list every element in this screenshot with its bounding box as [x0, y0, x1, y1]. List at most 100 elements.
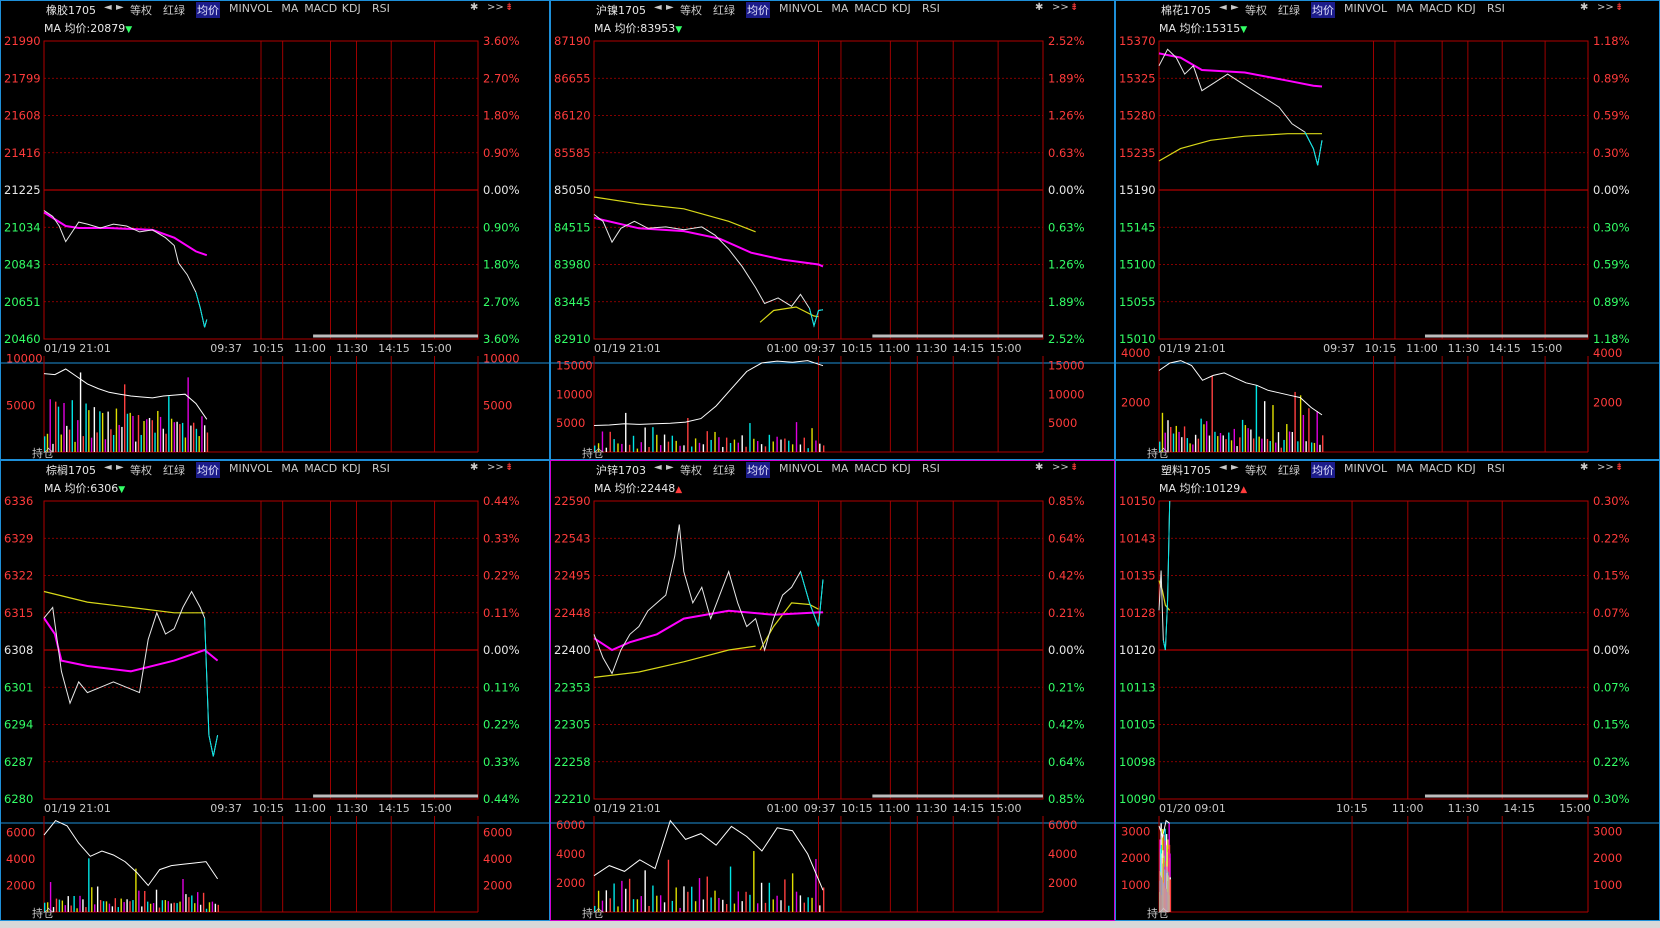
- chart-panel[interactable]: 21990 3.60% 21799 2.70% 21608 1.80% 21416 0.90%…: [0, 0, 550, 460]
- tab-1[interactable]: 红绿: [163, 2, 185, 18]
- tab-0[interactable]: 等权: [1245, 2, 1267, 18]
- gear-icon[interactable]: ✱: [1580, 2, 1588, 13]
- tab-4[interactable]: MA: [831, 2, 848, 15]
- tab-6[interactable]: KDJ: [892, 2, 911, 15]
- tab-2[interactable]: 均价: [746, 462, 770, 478]
- tab-5[interactable]: MACD: [1419, 2, 1452, 15]
- tab-7[interactable]: RSI: [1487, 462, 1505, 475]
- tab-7[interactable]: RSI: [372, 2, 390, 15]
- chart-panel[interactable]: 22590 0.85% 22543 0.64% 22495 0.42% 22448 0.21%…: [550, 460, 1115, 921]
- gear-icon[interactable]: ✱: [1035, 462, 1043, 473]
- chart-panel[interactable]: 87190 2.52% 86655 1.89% 86120 1.26% 85585 0.63%…: [550, 0, 1115, 460]
- prev-symbol-button[interactable]: ◄: [654, 462, 662, 473]
- chart-canvas[interactable]: 15370 1.18% 15325 0.89% 15280 0.59% 15235 0.30%…: [1115, 0, 1660, 460]
- chart-panel[interactable]: 15370 1.18% 15325 0.89% 15280 0.59% 15235 0.30%…: [1115, 0, 1660, 460]
- volume-bar: [807, 897, 809, 912]
- gear-icon[interactable]: ✱: [1035, 2, 1043, 13]
- chart-panel[interactable]: 10150 0.30% 10143 0.22% 10135 0.15% 10128 0.07%…: [1115, 460, 1660, 921]
- tab-1[interactable]: 红绿: [713, 2, 735, 18]
- tab-5[interactable]: MACD: [304, 462, 337, 475]
- pin-icon[interactable]: ⇟: [1615, 462, 1623, 473]
- tab-7[interactable]: RSI: [372, 462, 390, 475]
- tab-2[interactable]: 均价: [746, 2, 770, 18]
- pin-icon[interactable]: ⇟: [1070, 2, 1078, 13]
- tab-4[interactable]: MA: [1396, 2, 1413, 15]
- tab-2[interactable]: 均价: [196, 2, 220, 18]
- more-button[interactable]: >>: [487, 2, 504, 13]
- tab-0[interactable]: 等权: [680, 462, 702, 478]
- tab-3[interactable]: MINVOL: [779, 2, 822, 15]
- chart-panel[interactable]: 6336 0.44% 6329 0.33% 6322 0.22% 6315 0.11% 6308…: [0, 460, 550, 921]
- pin-icon[interactable]: ⇟: [505, 462, 513, 473]
- next-symbol-button[interactable]: ►: [116, 2, 124, 13]
- chart-canvas[interactable]: 22590 0.85% 22543 0.64% 22495 0.42% 22448 0.21%…: [550, 460, 1115, 921]
- symbol-name[interactable]: 塑料1705: [1161, 462, 1211, 478]
- tab-5[interactable]: MACD: [854, 2, 887, 15]
- tab-6[interactable]: KDJ: [342, 462, 361, 475]
- tab-3[interactable]: MINVOL: [1344, 462, 1387, 475]
- prev-symbol-button[interactable]: ◄: [104, 2, 112, 13]
- tab-5[interactable]: MACD: [304, 2, 337, 15]
- tab-7[interactable]: RSI: [922, 2, 940, 15]
- next-symbol-button[interactable]: ►: [116, 462, 124, 473]
- more-button[interactable]: >>: [1597, 462, 1614, 473]
- tab-1[interactable]: 红绿: [163, 462, 185, 478]
- tab-7[interactable]: RSI: [922, 462, 940, 475]
- pin-icon[interactable]: ⇟: [505, 2, 513, 13]
- prev-symbol-button[interactable]: ◄: [1219, 2, 1227, 13]
- tab-0[interactable]: 等权: [130, 462, 152, 478]
- tab-2[interactable]: 均价: [1311, 462, 1335, 478]
- panel-border: [0, 460, 550, 921]
- next-symbol-button[interactable]: ►: [666, 462, 674, 473]
- tab-4[interactable]: MA: [831, 462, 848, 475]
- gear-icon[interactable]: ✱: [1580, 462, 1588, 473]
- tab-4[interactable]: MA: [281, 462, 298, 475]
- tab-2[interactable]: 均价: [1311, 2, 1335, 18]
- tab-6[interactable]: KDJ: [892, 462, 911, 475]
- prev-symbol-button[interactable]: ◄: [104, 462, 112, 473]
- more-button[interactable]: >>: [1597, 2, 1614, 13]
- symbol-name[interactable]: 棉花1705: [1161, 2, 1211, 18]
- more-button[interactable]: >>: [1052, 2, 1069, 13]
- tab-5[interactable]: MACD: [854, 462, 887, 475]
- chart-canvas[interactable]: 10150 0.30% 10143 0.22% 10135 0.15% 10128 0.07%…: [1115, 460, 1660, 921]
- tab-4[interactable]: MA: [281, 2, 298, 15]
- tab-3[interactable]: MINVOL: [1344, 2, 1387, 15]
- gear-icon[interactable]: ✱: [470, 2, 478, 13]
- prev-symbol-button[interactable]: ◄: [1219, 462, 1227, 473]
- tab-0[interactable]: 等权: [1245, 462, 1267, 478]
- symbol-name[interactable]: 沪镍1705: [596, 2, 646, 18]
- symbol-name[interactable]: 棕榈1705: [46, 462, 96, 478]
- prev-symbol-button[interactable]: ◄: [654, 2, 662, 13]
- tab-6[interactable]: KDJ: [1457, 462, 1476, 475]
- tab-7[interactable]: RSI: [1487, 2, 1505, 15]
- gear-icon[interactable]: ✱: [470, 462, 478, 473]
- more-button[interactable]: >>: [487, 462, 504, 473]
- tab-2[interactable]: 均价: [196, 462, 220, 478]
- symbol-name[interactable]: 橡胶1705: [46, 2, 96, 18]
- tab-6[interactable]: KDJ: [1457, 2, 1476, 15]
- tab-1[interactable]: 红绿: [1278, 2, 1300, 18]
- next-symbol-button[interactable]: ►: [1231, 462, 1239, 473]
- volume-bar: [1208, 435, 1211, 452]
- tab-0[interactable]: 等权: [130, 2, 152, 18]
- pin-icon[interactable]: ⇟: [1070, 462, 1078, 473]
- next-symbol-button[interactable]: ►: [666, 2, 674, 13]
- chart-canvas[interactable]: 21990 3.60% 21799 2.70% 21608 1.80% 21416 0.90%…: [0, 0, 550, 460]
- tab-1[interactable]: 红绿: [1278, 462, 1300, 478]
- more-button[interactable]: >>: [1052, 462, 1069, 473]
- symbol-name[interactable]: 沪锌1703: [596, 462, 646, 478]
- pin-icon[interactable]: ⇟: [1615, 2, 1623, 13]
- tab-5[interactable]: MACD: [1419, 462, 1452, 475]
- tab-3[interactable]: MINVOL: [229, 462, 272, 475]
- tab-3[interactable]: MINVOL: [779, 462, 822, 475]
- tab-6[interactable]: KDJ: [342, 2, 361, 15]
- y-tick-label: 10150: [1119, 494, 1156, 508]
- next-symbol-button[interactable]: ►: [1231, 2, 1239, 13]
- tab-1[interactable]: 红绿: [713, 462, 735, 478]
- tab-3[interactable]: MINVOL: [229, 2, 272, 15]
- tab-0[interactable]: 等权: [680, 2, 702, 18]
- chart-canvas[interactable]: 6336 0.44% 6329 0.33% 6322 0.22% 6315 0.11% 6308…: [0, 460, 550, 921]
- tab-4[interactable]: MA: [1396, 462, 1413, 475]
- chart-canvas[interactable]: 87190 2.52% 86655 1.89% 86120 1.26% 85585 0.63%…: [550, 0, 1115, 460]
